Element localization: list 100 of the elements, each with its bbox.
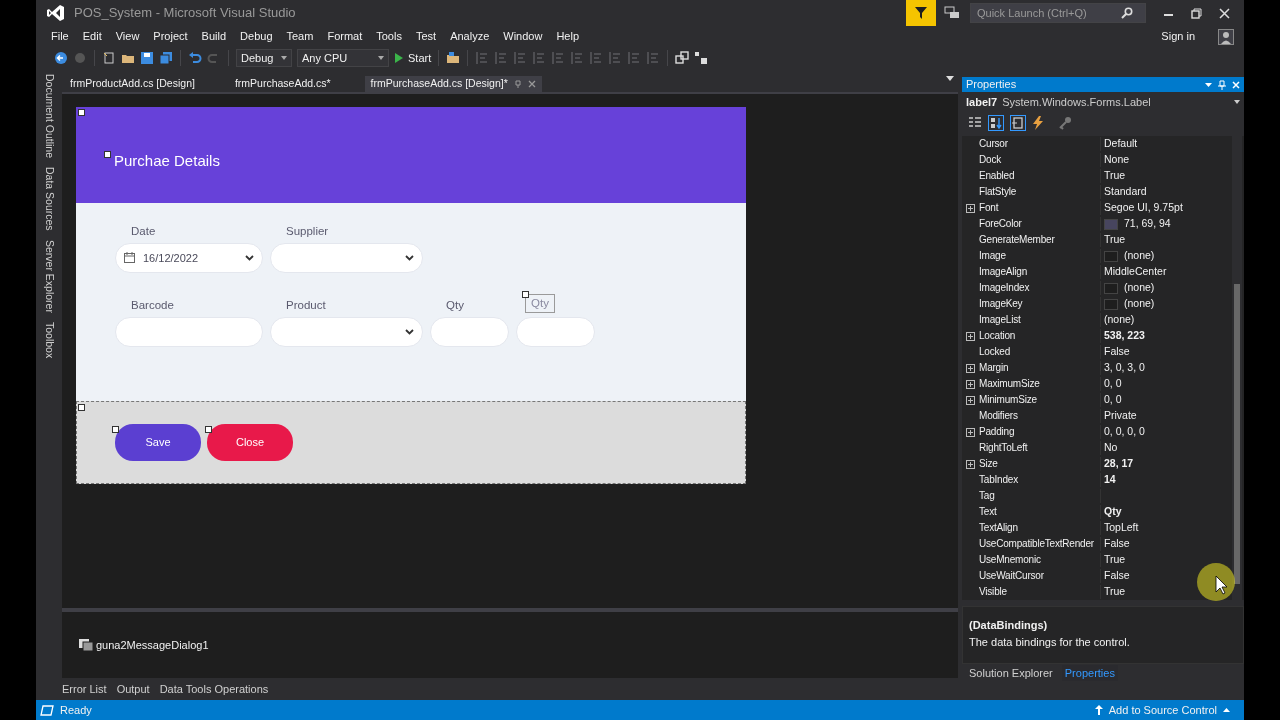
property-value[interactable]: False bbox=[1104, 536, 1130, 552]
menu-item[interactable]: Build bbox=[194, 27, 234, 45]
menu-item[interactable]: Help bbox=[549, 27, 586, 45]
menu-item[interactable]: Analyze bbox=[443, 27, 497, 45]
caret-icon[interactable] bbox=[946, 76, 954, 81]
text-field[interactable] bbox=[516, 316, 595, 347]
avatar-icon[interactable] bbox=[1218, 29, 1234, 45]
property-value[interactable]: False bbox=[1104, 344, 1130, 360]
property-value[interactable]: True bbox=[1104, 232, 1126, 248]
start-button[interactable]: Start bbox=[394, 49, 432, 67]
object-selector[interactable]: label7 System.Windows.Forms.Label bbox=[962, 92, 1244, 112]
side-tab[interactable]: Data Sources bbox=[41, 167, 57, 231]
menu-item[interactable]: Tools bbox=[369, 27, 409, 45]
property-value[interactable]: 14 bbox=[1104, 472, 1116, 488]
side-tab[interactable]: Toolbox bbox=[41, 321, 57, 358]
search-icon[interactable] bbox=[1121, 7, 1133, 19]
expand-icon[interactable] bbox=[966, 379, 975, 389]
expand-icon[interactable] bbox=[966, 427, 975, 437]
folder-icon[interactable] bbox=[446, 51, 461, 65]
property-value[interactable]: Default bbox=[1104, 136, 1138, 152]
side-tab[interactable]: Server Explorer bbox=[41, 239, 57, 313]
property-value[interactable]: 3, 0, 3, 0 bbox=[1104, 360, 1145, 376]
alphabetical-icon[interactable] bbox=[988, 115, 1004, 131]
side-tab[interactable]: Document Outline bbox=[41, 74, 57, 159]
resize-handle[interactable] bbox=[112, 425, 119, 433]
scrollbar-thumb[interactable] bbox=[1234, 284, 1240, 584]
bring-front-icon[interactable] bbox=[675, 51, 690, 65]
property-value[interactable]: MiddleCenter bbox=[1104, 264, 1167, 280]
resize-handle[interactable] bbox=[205, 425, 212, 433]
categorized-icon[interactable] bbox=[968, 116, 982, 130]
menu-item[interactable]: Test bbox=[408, 27, 444, 45]
upload-arrow-icon[interactable] bbox=[1094, 705, 1103, 715]
property-value[interactable]: True bbox=[1104, 552, 1126, 568]
dropdown-field[interactable] bbox=[270, 242, 423, 273]
new-item-icon[interactable] bbox=[102, 51, 116, 65]
back-icon[interactable] bbox=[54, 51, 68, 65]
menu-item[interactable]: Project bbox=[146, 27, 195, 45]
resize-handle[interactable] bbox=[522, 290, 529, 298]
property-value[interactable]: None bbox=[1104, 152, 1130, 168]
menu-item[interactable]: Team bbox=[279, 27, 321, 45]
property-value[interactable]: TopLeft bbox=[1104, 520, 1139, 536]
menu-item[interactable]: Debug bbox=[233, 27, 280, 45]
close-button[interactable] bbox=[1218, 7, 1230, 19]
feedback-icon[interactable] bbox=[944, 5, 960, 21]
property-value[interactable]: Segoe UI, 9.75pt bbox=[1104, 200, 1183, 216]
filter-button[interactable] bbox=[906, 0, 936, 26]
sign-in-link[interactable]: Sign in bbox=[1154, 27, 1202, 45]
property-value[interactable]: 71, 69, 94 bbox=[1124, 216, 1171, 232]
close-icon[interactable] bbox=[527, 79, 536, 88]
property-value[interactable]: 538, 223 bbox=[1104, 328, 1145, 344]
pin-icon[interactable] bbox=[1218, 79, 1226, 90]
property-value[interactable]: True bbox=[1104, 584, 1126, 600]
resize-handle[interactable] bbox=[78, 108, 85, 116]
close-button[interactable]: Close bbox=[207, 423, 293, 461]
property-value[interactable]: True bbox=[1104, 168, 1126, 184]
save-button[interactable]: Save bbox=[115, 423, 201, 461]
document-tab[interactable]: frmProductAdd.cs [Design] bbox=[64, 75, 201, 92]
source-control-button[interactable]: Add to Source Control bbox=[1108, 701, 1217, 719]
text-field[interactable] bbox=[115, 316, 263, 347]
quick-launch-field[interactable]: Quick Launch (Ctrl+Q) bbox=[971, 4, 1121, 22]
property-value[interactable]: Standard bbox=[1104, 184, 1147, 200]
property-value[interactable]: 0, 0 bbox=[1104, 392, 1122, 408]
menu-item[interactable]: Format bbox=[320, 27, 370, 45]
property-value[interactable]: 0, 0 bbox=[1104, 376, 1122, 392]
property-value[interactable]: (none) bbox=[1124, 296, 1155, 312]
tool-tab[interactable]: Output bbox=[116, 680, 150, 698]
property-value[interactable]: (none) bbox=[1124, 280, 1155, 296]
menu-item[interactable]: File bbox=[44, 27, 76, 45]
expand-icon[interactable] bbox=[966, 363, 975, 373]
tool-tab[interactable]: Data Tools Operations bbox=[159, 680, 269, 698]
property-value[interactable]: Private bbox=[1104, 408, 1137, 424]
property-value[interactable]: No bbox=[1104, 440, 1118, 456]
tool-tab[interactable]: Error List bbox=[62, 680, 107, 698]
caret-icon[interactable] bbox=[1223, 708, 1230, 712]
menu-item[interactable]: View bbox=[108, 27, 147, 45]
restore-button[interactable] bbox=[1190, 7, 1202, 19]
document-tab[interactable]: frmPurchaseAdd.cs [Design]* bbox=[364, 75, 542, 92]
menu-item[interactable]: Window bbox=[496, 27, 550, 45]
caret-icon[interactable] bbox=[1205, 82, 1212, 87]
panel-tab[interactable]: Solution Explorer bbox=[966, 664, 1056, 682]
resize-handle[interactable] bbox=[78, 403, 85, 411]
menu-item[interactable]: Edit bbox=[75, 27, 109, 45]
property-value[interactable]: (none) bbox=[1124, 248, 1155, 264]
dropdown-field[interactable] bbox=[270, 316, 423, 347]
component-name[interactable]: guna2MessageDialog1 bbox=[96, 636, 209, 654]
property-value[interactable]: 0, 0, 0, 0 bbox=[1104, 424, 1145, 440]
save-all-icon[interactable] bbox=[159, 51, 173, 65]
expand-icon[interactable] bbox=[966, 459, 975, 469]
date-picker[interactable]: 16/12/2022 bbox=[115, 242, 263, 273]
configuration-dropdown[interactable]: Debug bbox=[236, 49, 292, 67]
save-icon[interactable] bbox=[140, 51, 154, 65]
property-value[interactable]: Qty bbox=[1104, 504, 1122, 520]
document-tab[interactable]: frmPurchaseAdd.cs* bbox=[228, 75, 337, 92]
text-field[interactable] bbox=[430, 316, 509, 347]
resize-handle[interactable] bbox=[104, 150, 111, 158]
expand-icon[interactable] bbox=[966, 395, 975, 405]
undo-icon[interactable] bbox=[188, 51, 202, 65]
pin-icon[interactable] bbox=[513, 79, 522, 88]
lightning-icon[interactable] bbox=[1032, 116, 1044, 130]
property-value[interactable]: (none) bbox=[1104, 312, 1135, 328]
